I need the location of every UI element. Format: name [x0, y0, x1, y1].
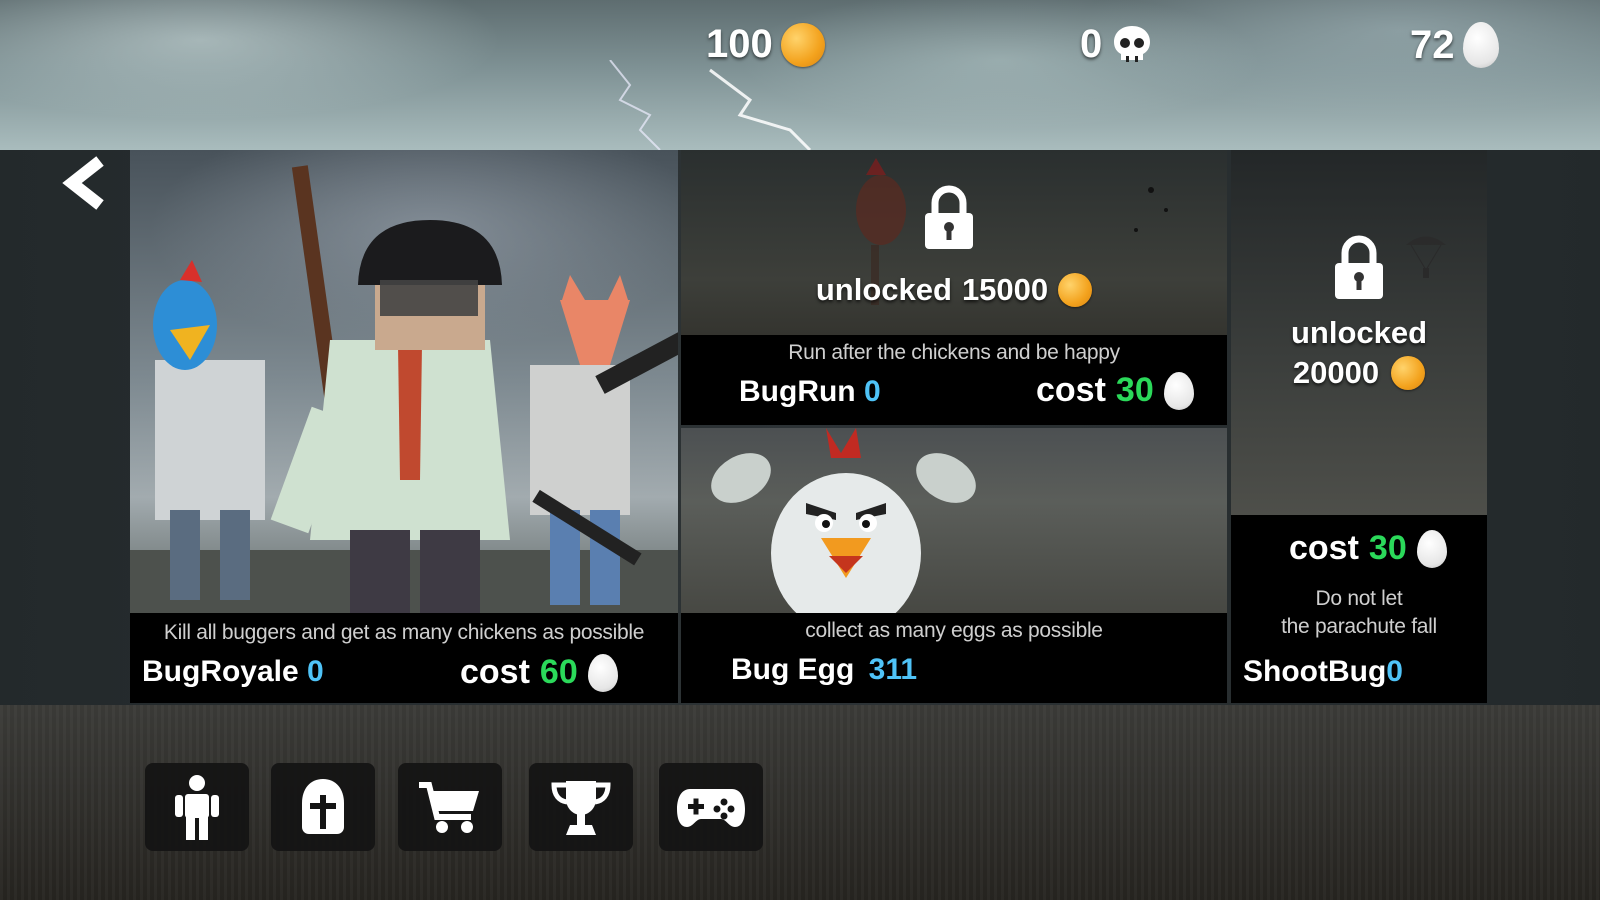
bugroyale-artwork [130, 150, 678, 613]
coin-icon [780, 22, 825, 67]
angry-chicken-illustration [711, 428, 976, 633]
mode-name: BugRun 0 [739, 375, 881, 409]
kill-count: 0 [1080, 22, 1103, 66]
coin-icon [1391, 356, 1426, 390]
mode-cost: cost 30 [1289, 529, 1447, 568]
shop-button[interactable] [398, 763, 502, 851]
mode-name-text: BugRun [739, 375, 856, 408]
mode-name-text: Bug Egg [731, 653, 855, 686]
trophy-icon [551, 781, 611, 835]
mode-play-count: 0 [863, 375, 881, 408]
cost-value: 30 [1115, 371, 1154, 409]
bugegg-artwork [681, 428, 1227, 633]
mode-card-bugrun[interactable]: unlocked 15000 Run after the chickens an… [681, 150, 1227, 425]
helmet-icon [302, 779, 344, 834]
locked-label: unlocked [1290, 315, 1428, 350]
mode-description: collect as many eggs as possible [805, 619, 1103, 642]
bugegg-caption: collect as many eggs as possible Bug Egg… [681, 613, 1227, 703]
mode-description: Kill all buggers and get as many chicken… [163, 621, 645, 644]
cost-label: cost [1289, 529, 1359, 567]
egg-counter: 72 [1410, 22, 1499, 68]
lock-icon [1335, 235, 1383, 299]
unlock-price: 15000 [961, 272, 1049, 307]
cart-icon [419, 782, 479, 833]
mode-description-line2: the parachute fall [1281, 615, 1437, 638]
mode-name: BugRoyale 0 [142, 655, 324, 689]
mode-cost: cost 30 [1036, 371, 1194, 410]
mode-play-count: 0 [1386, 655, 1403, 688]
character-button[interactable] [145, 763, 249, 851]
coin-icon [1058, 273, 1093, 307]
egg-icon [587, 653, 618, 692]
mode-description: Run after the chickens and be happy [788, 341, 1120, 364]
bugrun-caption: Run after the chickens and be happy BugR… [681, 335, 1227, 425]
mode-card-shootbug[interactable]: unlocked 20000 cost 30 Do not let the pa… [1231, 150, 1487, 703]
mode-play-count: 311 [868, 653, 918, 686]
cost-value: 60 [539, 653, 578, 691]
gamepad-icon [677, 789, 745, 827]
helmet-button[interactable] [271, 763, 375, 851]
mode-cost: cost 60 [460, 653, 618, 692]
egg-icon [1462, 22, 1499, 68]
egg-count: 72 [1410, 22, 1455, 67]
mode-name: ShootBug0 [1243, 655, 1403, 689]
unlock-price: 20000 [1292, 355, 1380, 390]
mode-card-bugroyale[interactable]: Kill all buggers and get as many chicken… [130, 150, 678, 703]
sky-header: 100 0 72 [0, 0, 1600, 150]
character-icon [175, 775, 219, 840]
mode-description-line1: Do not let [1315, 587, 1403, 610]
coin-count: 100 [706, 22, 773, 66]
leaderboard-button[interactable] [529, 763, 633, 851]
mode-play-count: 0 [307, 655, 324, 688]
locked-label: unlocked [815, 272, 952, 307]
lock-icon [925, 185, 973, 249]
cost-label: cost [460, 653, 530, 691]
play-button[interactable] [659, 763, 763, 851]
egg-icon [1163, 371, 1194, 410]
mode-name-text: BugRoyale [142, 655, 299, 688]
lightning-decoration [609, 60, 812, 150]
back-arrow-icon[interactable] [60, 155, 112, 211]
unlock-requirement: 20000 [1231, 355, 1487, 391]
unlock-requirement: unlocked 15000 [681, 272, 1227, 308]
kill-counter: 0 [1080, 22, 1154, 67]
shootbug-caption: cost 30 Do not let the parachute fall Sh… [1231, 515, 1487, 703]
bugroyale-caption: Kill all buggers and get as many chicken… [130, 613, 678, 703]
cost-value: 30 [1368, 529, 1407, 567]
mode-name: Bug Egg 311 [731, 653, 917, 687]
egg-icon [1416, 529, 1447, 568]
coin-counter: 100 [706, 22, 825, 67]
mode-name-text: ShootBug [1243, 655, 1387, 688]
characters-illustration [130, 165, 678, 613]
cost-label: cost [1036, 371, 1106, 409]
mode-card-bugegg[interactable]: collect as many eggs as possible Bug Egg… [681, 428, 1227, 703]
skull-icon [1114, 25, 1151, 62]
